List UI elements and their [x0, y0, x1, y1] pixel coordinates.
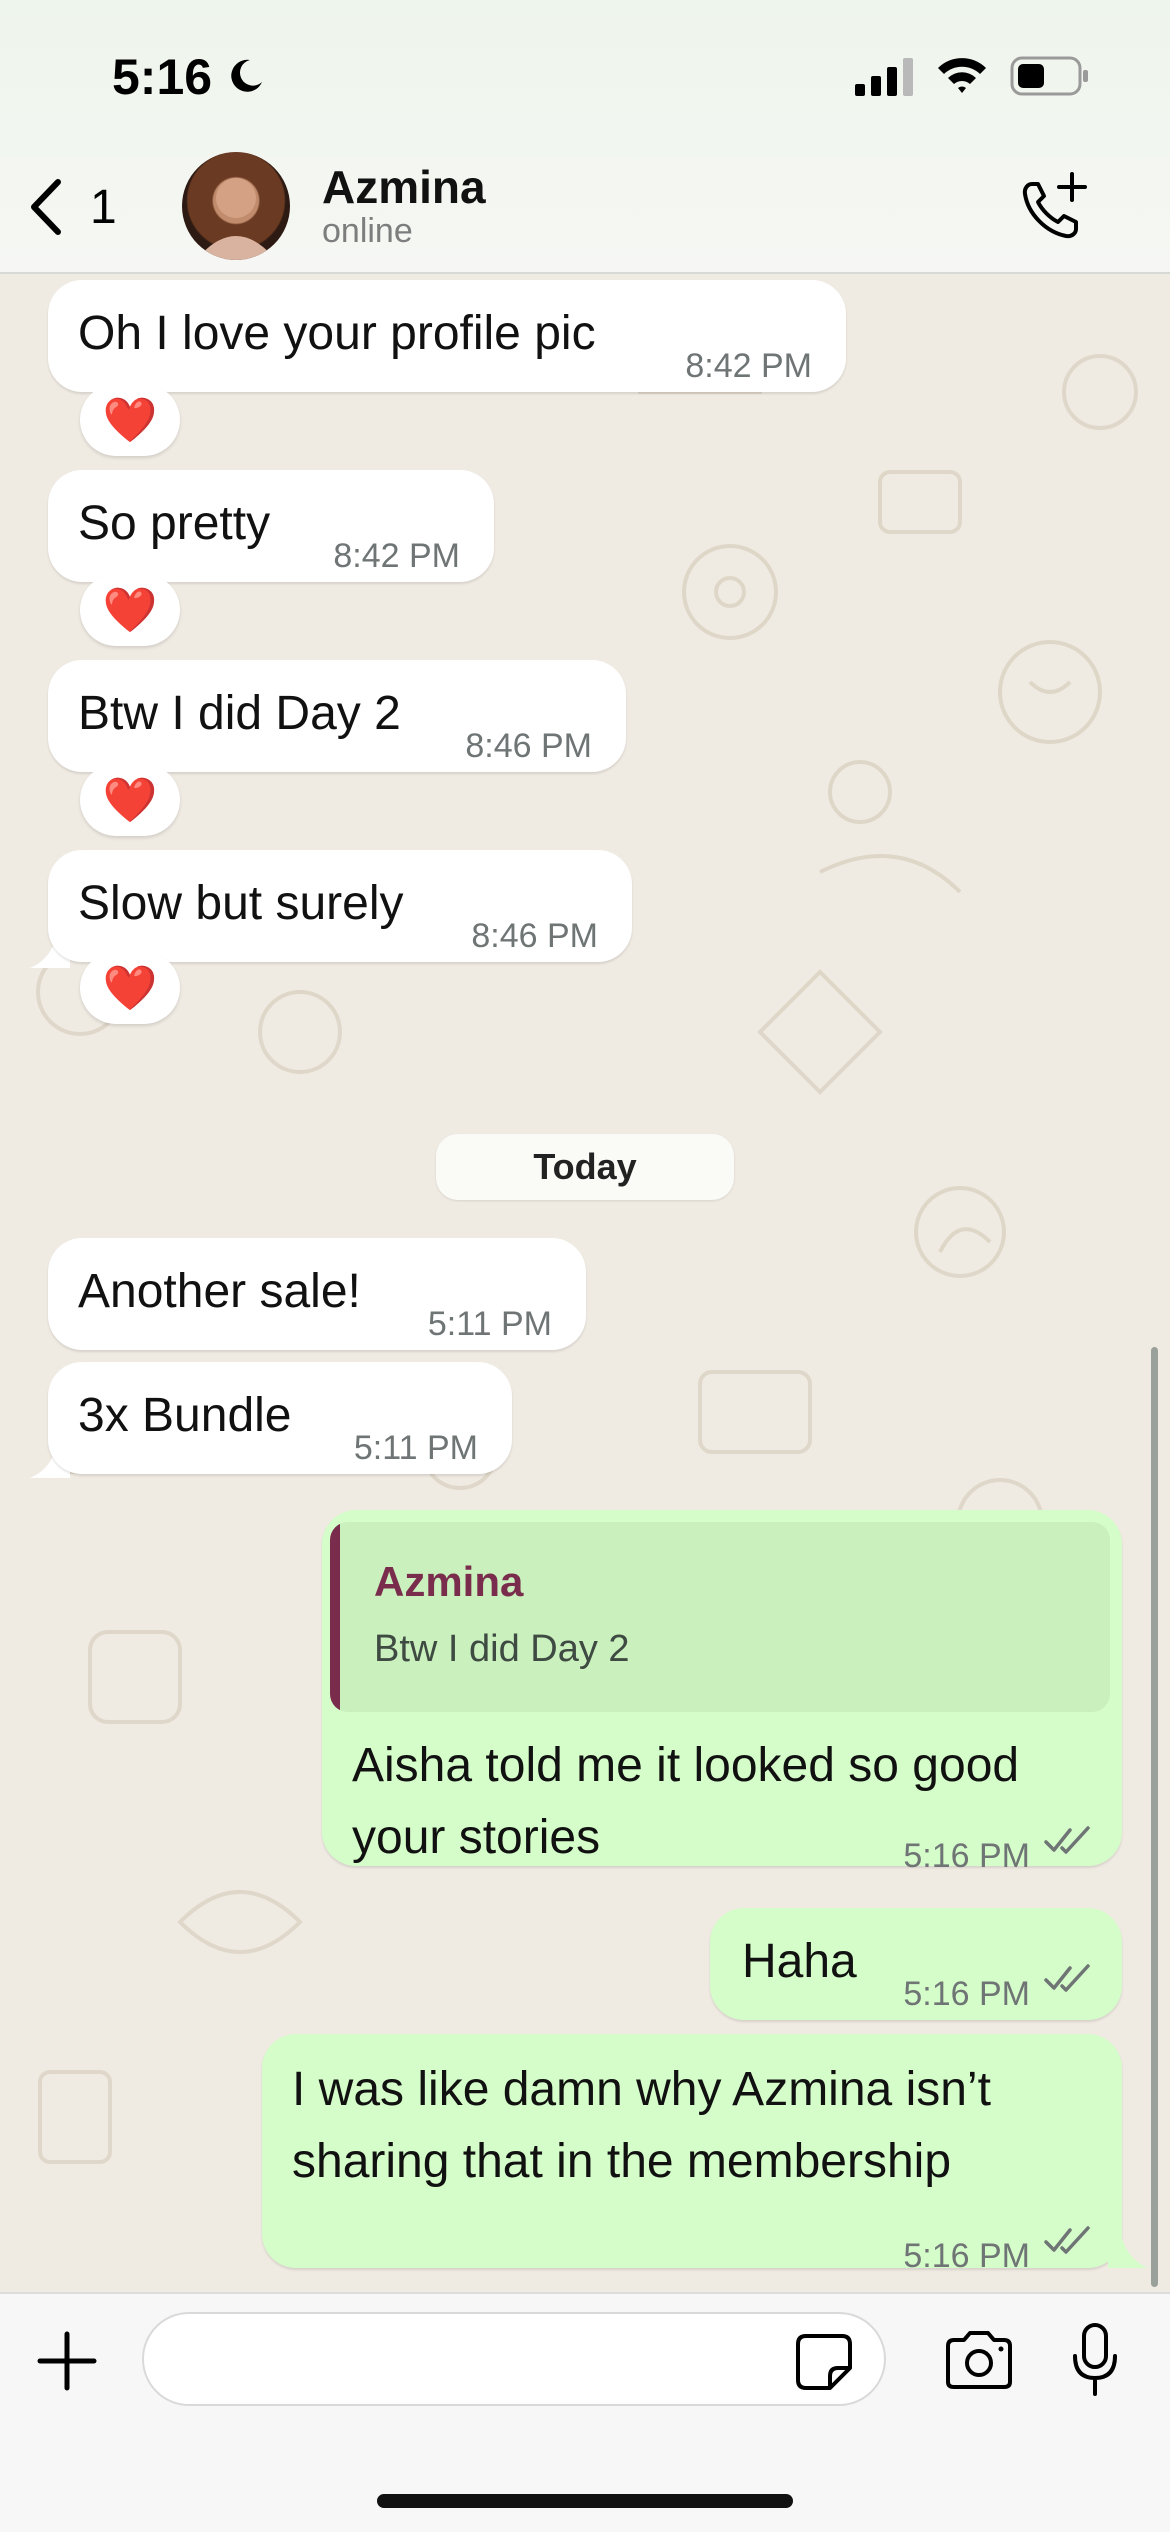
message-time: 5:11 PM: [353, 1429, 478, 1467]
heart-icon: ❤️: [102, 964, 158, 1013]
heart-icon: ❤️: [102, 776, 158, 825]
message-time: 8:42 PM: [685, 347, 812, 385]
reaction-badge[interactable]: ❤️: [80, 952, 180, 1024]
outgoing-message[interactable]: Haha 5:16 PM: [710, 1908, 1122, 2020]
message-time: 5:16 PM: [903, 1837, 1030, 1875]
chevron-left-icon[interactable]: [26, 178, 66, 236]
contact-name[interactable]: Azmina: [322, 160, 486, 214]
incoming-message[interactable]: Another sale! 5:11 PM: [48, 1238, 586, 1350]
message-time: 8:46 PM: [465, 727, 592, 765]
status-time: 5:16: [112, 49, 213, 105]
reaction-badge[interactable]: ❤️: [80, 764, 180, 836]
chat-header: 5:16 1 Azmina online: [0, 0, 1170, 274]
message-input[interactable]: [142, 2312, 886, 2406]
quote-author: Azmina: [374, 1558, 524, 1605]
bubble-tail: [1108, 2228, 1148, 2268]
message-time: 5:11 PM: [427, 1305, 552, 1343]
message-text: So pretty: [78, 497, 271, 550]
wifi-icon: [938, 58, 986, 93]
incoming-message[interactable]: Btw I did Day 2 8:46 PM: [48, 660, 626, 772]
reaction-badge[interactable]: ❤️: [80, 574, 180, 646]
battery-icon: [1010, 56, 1088, 96]
back-unread-count[interactable]: 1: [90, 180, 117, 235]
message-text: Haha: [742, 1935, 857, 1988]
outgoing-message[interactable]: I was like damn why Azmina isn’t sharing…: [262, 2034, 1122, 2275]
plus-icon[interactable]: [36, 2330, 98, 2392]
camera-icon[interactable]: [942, 2330, 1016, 2390]
phone-plus-icon[interactable]: [1016, 170, 1092, 246]
incoming-message[interactable]: Slow but surely 8:46 PM: [48, 850, 632, 962]
message-time: 8:42 PM: [333, 537, 460, 575]
quoted-message[interactable]: Azmina Btw I did Day 2: [330, 1522, 1110, 1712]
chat-screen: 5:16 1 Azmina online Oh I love your prof…: [0, 0, 1170, 2532]
chat-area[interactable]: Oh I love your profile pic 8:42 PM ❤️ So…: [0, 272, 1170, 2292]
sticker-icon[interactable]: [794, 2332, 854, 2392]
message-time: 5:16 PM: [903, 2237, 1030, 2275]
message-text: Oh I love your profile pic: [78, 307, 596, 360]
message-text-line: sharing that in the membership: [292, 2135, 952, 2188]
avatar[interactable]: [182, 152, 290, 260]
avatar-image: [196, 178, 276, 260]
message-text: Btw I did Day 2: [78, 687, 401, 740]
message-text-line: I was like damn why Azmina isn’t: [292, 2063, 991, 2116]
message-text: 3x Bundle: [78, 1389, 292, 1442]
incoming-message[interactable]: So pretty 8:42 PM: [48, 470, 494, 582]
message-time: 5:16 PM: [903, 1975, 1030, 2013]
quote-text: Btw I did Day 2: [374, 1628, 630, 1670]
home-indicator[interactable]: [377, 2494, 793, 2508]
incoming-message[interactable]: Oh I love your profile pic 8:42 PM: [48, 280, 846, 392]
heart-icon: ❤️: [102, 396, 158, 445]
contact-status: online: [322, 212, 413, 250]
message-text-line: your stories: [352, 1811, 601, 1864]
quote-accent-bar: [330, 1522, 340, 1712]
double-check-icon: [1044, 1964, 1090, 1992]
message-time: 8:46 PM: [471, 917, 598, 955]
double-check-icon: [1044, 2226, 1090, 2254]
moon-icon: [231, 59, 262, 92]
message-text: Slow but surely: [78, 877, 404, 930]
incoming-message[interactable]: 3x Bundle 5:11 PM: [48, 1362, 512, 1474]
reaction-badge[interactable]: ❤️: [80, 384, 180, 456]
double-check-icon: [1044, 1826, 1090, 1854]
message-text: Another sale!: [78, 1265, 361, 1318]
signal-icon: [855, 58, 913, 96]
date-divider: Today: [436, 1134, 734, 1200]
heart-icon: ❤️: [102, 586, 158, 635]
message-text-line: Aisha told me it looked so good: [352, 1739, 1020, 1792]
microphone-icon[interactable]: [1070, 2322, 1120, 2398]
scrollbar[interactable]: [1151, 1347, 1158, 2287]
message-input-bar: [0, 2292, 1170, 2532]
